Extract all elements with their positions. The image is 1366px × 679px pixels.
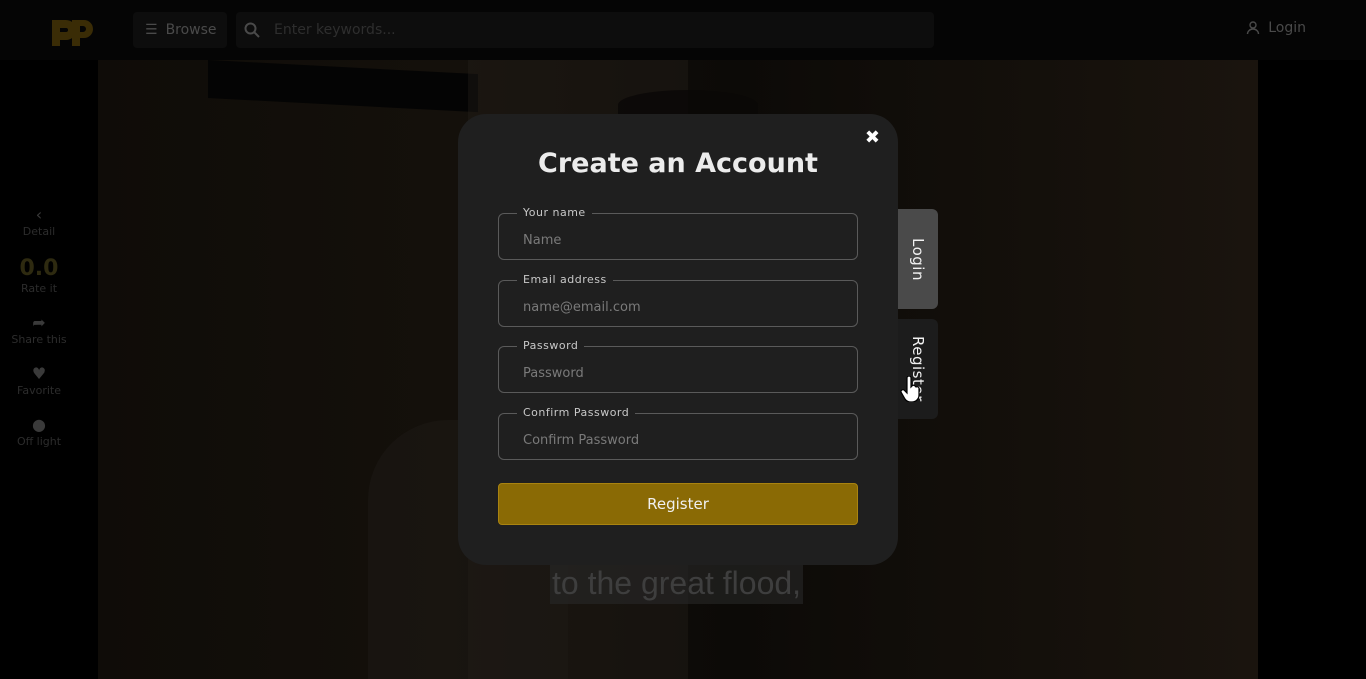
browse-button[interactable]: ☰ Browse xyxy=(133,12,227,48)
detail-button[interactable]: ‹ Detail xyxy=(0,205,78,238)
rating-value: 0.0 xyxy=(19,256,59,281)
register-modal: ✖ Create an Account Your name Email addr… xyxy=(458,114,898,565)
favorite-button[interactable]: ♥ Favorite xyxy=(0,364,78,397)
video-subtitle: to the great flood, xyxy=(550,563,804,604)
tab-login-label: Login xyxy=(909,237,927,281)
detail-label: Detail xyxy=(22,225,56,238)
menu-icon: ☰ xyxy=(145,22,158,38)
header-login-link[interactable]: Login xyxy=(1246,20,1306,36)
share-button[interactable]: ➦ Share this xyxy=(0,313,78,346)
share-label: Share this xyxy=(11,333,67,346)
password-input[interactable] xyxy=(499,347,857,392)
search-bar[interactable]: Enter keywords... xyxy=(236,12,934,48)
lightbulb-icon: ● xyxy=(32,415,46,434)
site-logo[interactable] xyxy=(48,14,94,46)
confirm-password-field[interactable]: Confirm Password xyxy=(498,406,858,460)
offlight-label: Off light xyxy=(16,435,62,448)
confirm-password-input[interactable] xyxy=(499,414,857,459)
browse-label: Browse xyxy=(165,22,217,38)
search-icon xyxy=(244,22,260,38)
email-input[interactable] xyxy=(499,281,857,326)
share-icon: ➦ xyxy=(32,313,46,332)
top-header: ☰ Browse Enter keywords... Login xyxy=(0,0,1366,60)
chevron-left-icon: ‹ xyxy=(35,205,43,224)
favorite-label: Favorite xyxy=(17,384,61,397)
offlight-button[interactable]: ● Off light xyxy=(0,415,78,448)
name-input[interactable] xyxy=(499,214,857,259)
heart-icon: ♥ xyxy=(31,364,47,383)
name-field[interactable]: Your name xyxy=(498,206,858,260)
rate-label: Rate it xyxy=(20,282,58,295)
rate-button[interactable]: 0.0 Rate it xyxy=(0,256,78,295)
modal-title: Create an Account xyxy=(538,148,818,179)
video-frame-shape xyxy=(208,60,478,113)
hand-cursor-icon xyxy=(900,376,920,402)
close-icon[interactable]: ✖ xyxy=(865,128,880,148)
password-field[interactable]: Password xyxy=(498,339,858,393)
tab-login[interactable]: Login xyxy=(898,209,938,309)
register-submit-button[interactable]: Register xyxy=(498,483,858,525)
tab-register[interactable]: Register xyxy=(898,319,938,419)
email-field[interactable]: Email address xyxy=(498,273,858,327)
header-login-label: Login xyxy=(1268,20,1306,36)
side-rail: ‹ Detail 0.0 Rate it ➦ Share this ♥ Favo… xyxy=(0,205,78,466)
search-input[interactable]: Enter keywords... xyxy=(274,22,396,38)
user-icon xyxy=(1247,21,1260,35)
